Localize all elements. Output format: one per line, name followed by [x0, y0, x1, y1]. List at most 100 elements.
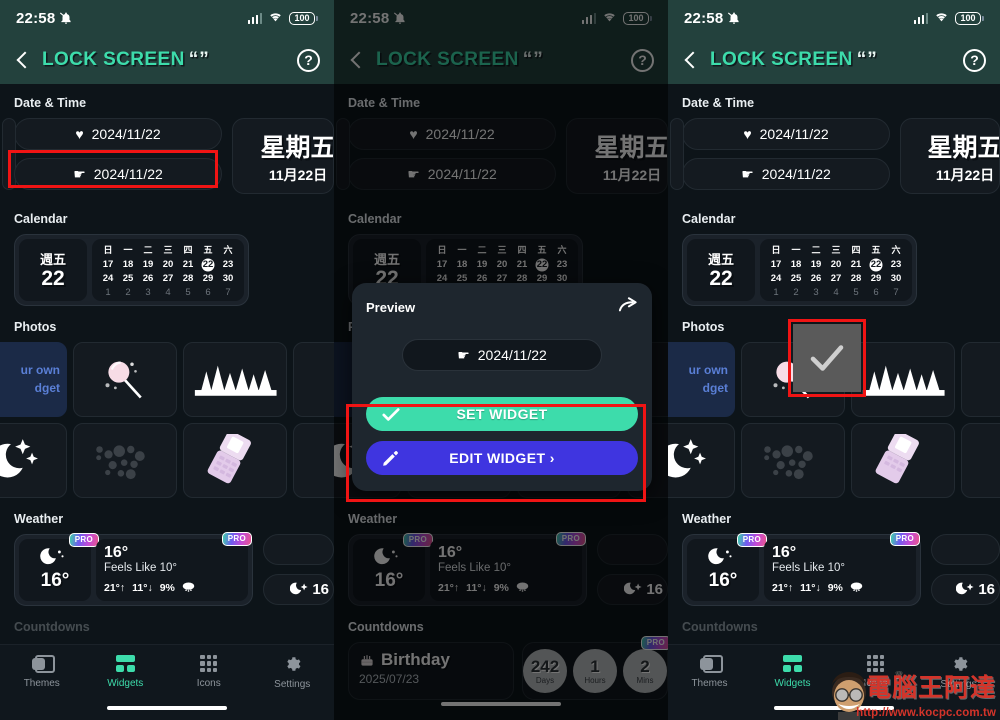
- cal-hdr: 一: [123, 245, 133, 255]
- set-widget-label: SET WIDGET: [456, 406, 548, 422]
- date-widget-hand[interactable]: ☛ 2024/11/22: [14, 158, 222, 190]
- weather-details: 21°↑ 11°↓ 9%: [104, 581, 240, 595]
- photo-card-lollipop[interactable]: [73, 342, 177, 417]
- cal-day: 3: [813, 287, 819, 298]
- nav-label: Widgets: [107, 678, 144, 689]
- weather-widget[interactable]: PRO 16° PRO 16° Feels Like 10°: [682, 532, 921, 606]
- nav-item-icons[interactable]: Icons: [167, 655, 251, 689]
- calendar-month-grid: 日 一 二 三 四 五 六 17 18 19 20 21 22 23: [92, 239, 244, 301]
- date-widget-heart[interactable]: ♥ 2024/11/22: [682, 118, 890, 150]
- cal-day: 2: [125, 287, 131, 298]
- cal-day: 29: [870, 273, 882, 284]
- calendar-widget[interactable]: 週五 22 日 一 二 三 四 五 六 17 18 19: [14, 234, 249, 306]
- weather-high: 21°↑: [772, 582, 794, 594]
- help-circle-icon[interactable]: ?: [297, 48, 320, 72]
- photo-card-bubbles[interactable]: [741, 423, 845, 498]
- cal-day: 5: [185, 287, 191, 298]
- cal-day: 21: [182, 259, 194, 270]
- share-arrow-icon[interactable]: [618, 296, 638, 319]
- cellular-signal-icon: [247, 12, 262, 24]
- date-widget-large[interactable]: 星期五 11月22日: [900, 118, 1000, 194]
- set-widget-button[interactable]: SET WIDGET: [366, 397, 638, 431]
- help-circle-icon[interactable]: ?: [963, 48, 986, 72]
- rain-cloud-icon: [182, 581, 195, 595]
- calendar-widget[interactable]: 週五 22 日 一 二 三 四 五 六 17 18 19: [682, 234, 917, 306]
- calendar-day-block: 週五 22: [19, 239, 87, 301]
- flip-phone-icon: [875, 433, 919, 483]
- photo-card-moon[interactable]: [668, 423, 735, 498]
- chevron-left-icon[interactable]: [14, 52, 30, 68]
- wifi-icon: [268, 9, 283, 27]
- photo-card-forest[interactable]: [183, 342, 287, 417]
- date-widget-heart[interactable]: ♥ 2024/11/22: [14, 118, 222, 150]
- cal-hdr: 二: [811, 245, 821, 255]
- section-title-photos: Photos: [14, 320, 57, 334]
- monthday-text: 11月22日: [935, 166, 995, 183]
- cal-day: 5: [853, 287, 859, 298]
- weather-widget[interactable]: PRO 16° PRO 16° Feels Like 10°: [14, 532, 253, 606]
- weather-low: 11°↓: [132, 582, 153, 594]
- pointing-hand-icon: ☛: [457, 347, 470, 363]
- photo-card-moon[interactable]: [0, 423, 67, 498]
- cal-day: 4: [165, 287, 171, 298]
- status-time: 22:58: [684, 9, 724, 27]
- cal-day: 25: [790, 273, 802, 284]
- nav-label: Widgets: [774, 678, 811, 689]
- photo-card-right-cut-2[interactable]: [293, 423, 334, 498]
- moon-stars-icon: [0, 438, 38, 478]
- cal-day: 1: [773, 287, 779, 298]
- nav-item-widgets[interactable]: Widgets: [84, 655, 168, 689]
- nav-item-widgets[interactable]: Widgets: [751, 655, 834, 689]
- monthday-text: 11月22日: [268, 166, 328, 183]
- nav-label: Icons: [196, 678, 221, 689]
- section-title-date-time: Date & Time: [682, 96, 755, 110]
- photo-card-bubbles[interactable]: [73, 423, 177, 498]
- photo-card-flipphone[interactable]: [851, 423, 955, 498]
- nav-label: Themes: [691, 678, 728, 689]
- nav-item-icons[interactable]: Icons: [834, 655, 917, 689]
- nav-item-themes[interactable]: Themes: [668, 655, 751, 689]
- weather-stub-widget[interactable]: 16: [263, 574, 334, 605]
- weather-stub-widget[interactable]: 16: [931, 574, 1000, 605]
- home-indicator: [107, 706, 227, 710]
- edit-widget-label: EDIT WIDGET ›: [449, 450, 555, 466]
- cal-day: 1: [105, 287, 111, 298]
- themes-icon: [31, 655, 55, 673]
- cal-day: 18: [122, 259, 134, 270]
- calendar-month-grid: 日 一 二 三 四 五 六 17 18 19 20 21 22 23: [760, 239, 912, 301]
- widgets-icon: [783, 655, 802, 672]
- weather-high: 21°↑: [104, 582, 126, 594]
- edit-widget-button[interactable]: EDIT WIDGET ›: [366, 441, 638, 475]
- photo-card-forest[interactable]: [851, 342, 955, 417]
- calendar-grid: 日 一 二 三 四 五 六 17 18 19 20 21 22 23: [98, 244, 238, 299]
- chevron-left-icon[interactable]: [682, 52, 698, 68]
- screenshot-stage: 22:58 100 LOCK SCREEN “” ? Date & Time ♥…: [0, 0, 1000, 720]
- bell-slash-icon: [727, 11, 741, 25]
- nav-label: Icons: [863, 678, 888, 689]
- cal-day-today: 22: [198, 258, 218, 271]
- cal-day: 27: [162, 273, 174, 284]
- section-title-calendar: Calendar: [682, 212, 736, 226]
- nav-item-settings[interactable]: Settings: [917, 655, 1000, 690]
- weekday-text: 星期五: [927, 133, 1000, 162]
- photo-card-right-cut-2[interactable]: [961, 423, 1000, 498]
- photo-card-flipphone[interactable]: [183, 423, 287, 498]
- calendar-day: 22: [41, 267, 65, 291]
- page-title: LOCK SCREEN“”: [710, 49, 878, 70]
- photo-card-right-cut[interactable]: [961, 342, 1000, 417]
- photo-card-right-cut[interactable]: [293, 342, 334, 417]
- nav-label: Themes: [23, 678, 60, 689]
- cal-hdr: 六: [891, 245, 901, 255]
- date-widget-large[interactable]: 星期五 11月22日: [232, 118, 334, 194]
- nav-item-settings[interactable]: Settings: [251, 655, 335, 690]
- phone-panel-3: 22:58 100 LOCK SCREEN “” ? Date & Time ♥…: [668, 0, 1000, 720]
- date-widget-hand[interactable]: ☛ 2024/11/22: [682, 158, 890, 190]
- nav-item-themes[interactable]: Themes: [0, 655, 84, 689]
- cal-day: 28: [850, 273, 862, 284]
- create-own-widget-card[interactable]: ur own dget: [668, 342, 735, 417]
- create-own-widget-card[interactable]: ur own dget: [0, 342, 67, 417]
- icons-grid-icon: [200, 655, 218, 672]
- cal-day: 23: [890, 259, 902, 270]
- preview-widget-pill[interactable]: ☛ 2024/11/22: [402, 339, 602, 371]
- section-title-countdowns: Countdowns: [682, 620, 758, 634]
